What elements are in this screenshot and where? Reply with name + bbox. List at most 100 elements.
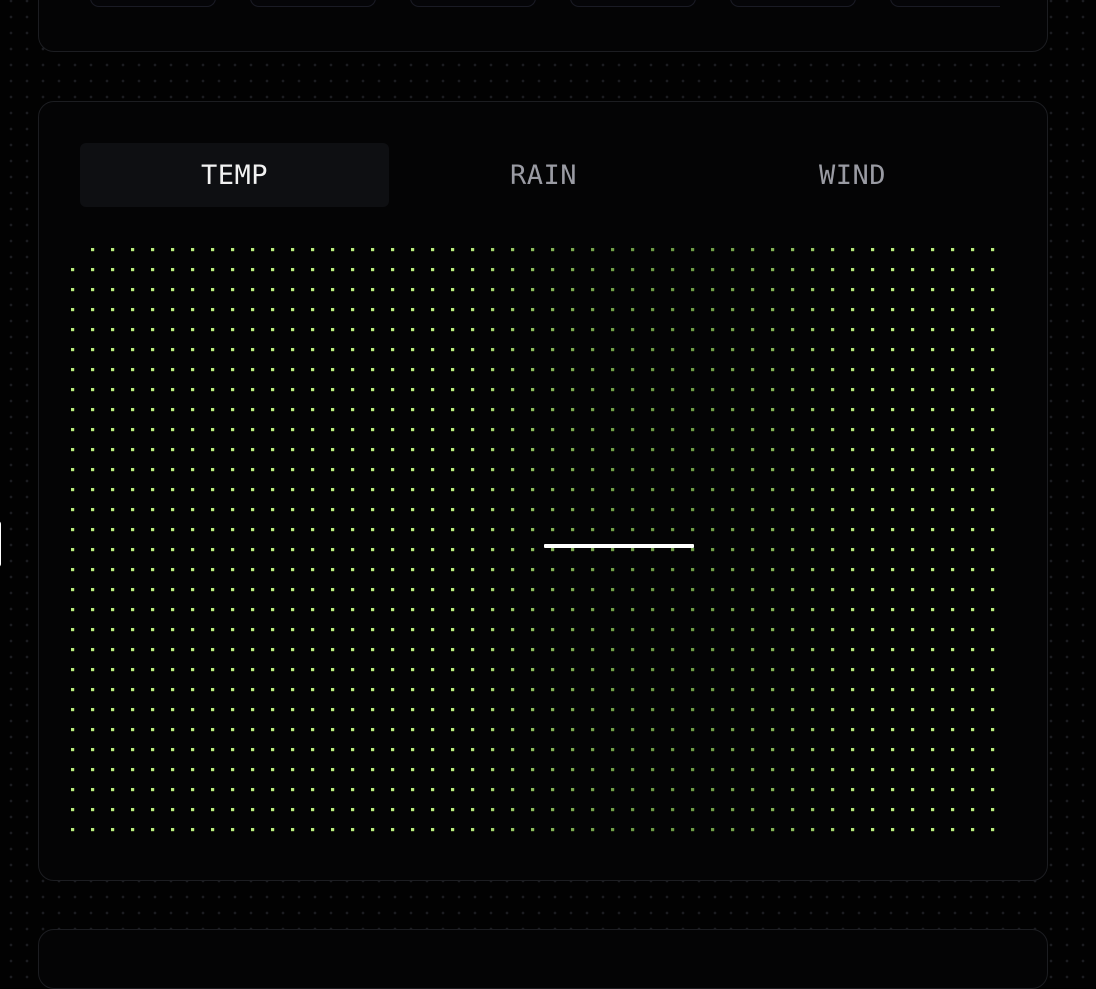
edge-handle[interactable]	[0, 521, 1, 567]
matrix-dot	[171, 528, 175, 532]
matrix-dot	[791, 428, 795, 432]
matrix-dot	[511, 408, 515, 412]
matrix-dot	[551, 628, 555, 632]
matrix-dot	[691, 808, 695, 812]
matrix-dot	[551, 448, 555, 452]
matrix-dot	[331, 448, 335, 452]
matrix-dot	[631, 708, 635, 712]
matrix-dot	[931, 708, 935, 712]
matrix-dot	[811, 628, 815, 632]
matrix-dot	[611, 348, 615, 352]
matrix-dot	[851, 248, 855, 252]
summary-chip[interactable]	[90, 0, 216, 7]
matrix-dot	[331, 308, 335, 312]
matrix-dot	[951, 548, 955, 552]
matrix-dot	[171, 288, 175, 292]
matrix-dot	[111, 588, 115, 592]
summary-chip[interactable]	[570, 0, 696, 7]
matrix-dot	[451, 528, 455, 532]
matrix-dot	[171, 468, 175, 472]
matrix-dot	[591, 408, 595, 412]
matrix-dot	[111, 708, 115, 712]
tab-rain[interactable]: RAIN	[389, 143, 698, 207]
matrix-dot	[991, 308, 995, 312]
matrix-dot	[971, 588, 975, 592]
matrix-dot	[631, 248, 635, 252]
matrix-dot	[131, 468, 135, 472]
summary-chip[interactable]	[410, 0, 536, 7]
matrix-dot	[911, 708, 915, 712]
matrix-dot	[771, 388, 775, 392]
tab-temp[interactable]: TEMP	[80, 143, 389, 207]
matrix-dot	[591, 288, 595, 292]
matrix-dot	[71, 568, 75, 572]
matrix-dot	[711, 428, 715, 432]
matrix-dot	[831, 568, 835, 572]
matrix-dot	[291, 248, 295, 252]
matrix-dot	[931, 428, 935, 432]
matrix-dot	[271, 668, 275, 672]
matrix-dot	[251, 408, 255, 412]
summary-chip[interactable]	[730, 0, 856, 7]
matrix-dot	[791, 268, 795, 272]
matrix-dot	[911, 608, 915, 612]
matrix-dot	[611, 488, 615, 492]
matrix-dot	[231, 248, 235, 252]
matrix-dot	[151, 628, 155, 632]
matrix-dot	[391, 628, 395, 632]
matrix-dot	[191, 328, 195, 332]
matrix-dot	[211, 788, 215, 792]
matrix-dot	[151, 648, 155, 652]
matrix-dot	[891, 468, 895, 472]
matrix-dot	[331, 388, 335, 392]
matrix-dot	[931, 548, 935, 552]
matrix-dot	[791, 608, 795, 612]
matrix-dot	[431, 528, 435, 532]
matrix-dot	[391, 528, 395, 532]
matrix-dot	[711, 808, 715, 812]
matrix-dot	[911, 828, 915, 832]
matrix-dot	[851, 428, 855, 432]
matrix-dot	[111, 468, 115, 472]
matrix-dot	[751, 248, 755, 252]
summary-chip[interactable]	[250, 0, 376, 7]
tab-wind[interactable]: WIND	[698, 143, 1007, 207]
matrix-dot	[511, 428, 515, 432]
matrix-dot	[971, 828, 975, 832]
matrix-dot	[571, 708, 575, 712]
matrix-dot	[531, 328, 535, 332]
matrix-dot	[71, 268, 75, 272]
matrix-dot	[391, 608, 395, 612]
matrix-dot	[631, 528, 635, 532]
matrix-dot	[871, 488, 875, 492]
matrix-dot	[951, 248, 955, 252]
matrix-dot	[151, 408, 155, 412]
matrix-dot	[791, 488, 795, 492]
matrix-dot	[271, 748, 275, 752]
matrix-dot	[751, 808, 755, 812]
matrix-dot	[831, 448, 835, 452]
matrix-dot	[571, 728, 575, 732]
matrix-dot	[651, 308, 655, 312]
matrix-dot	[391, 288, 395, 292]
matrix-dot	[571, 328, 575, 332]
matrix-dot	[231, 388, 235, 392]
matrix-dot	[751, 448, 755, 452]
matrix-dot	[511, 568, 515, 572]
matrix-dot	[951, 328, 955, 332]
matrix-dot	[551, 708, 555, 712]
matrix-dot	[751, 688, 755, 692]
matrix-dot	[371, 328, 375, 332]
matrix-dot	[751, 508, 755, 512]
matrix-dot	[191, 388, 195, 392]
matrix-dot	[351, 708, 355, 712]
matrix-dot	[571, 528, 575, 532]
matrix-dot	[491, 468, 495, 472]
matrix-dot	[771, 528, 775, 532]
matrix-dot	[891, 768, 895, 772]
matrix-dot	[111, 628, 115, 632]
matrix-dot	[851, 708, 855, 712]
matrix-dot	[911, 268, 915, 272]
summary-chip[interactable]	[890, 0, 1000, 7]
matrix-dot	[111, 328, 115, 332]
